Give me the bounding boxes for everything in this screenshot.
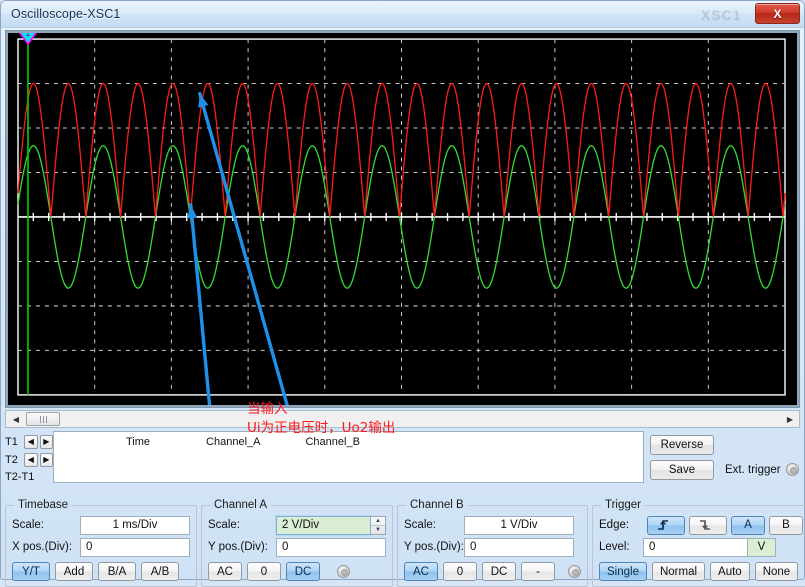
reverse-button[interactable]: Reverse: [650, 435, 714, 455]
channel-a-terminal-icon[interactable]: [337, 565, 350, 578]
timebase-scale-row: Scale: 1 ms/Div: [12, 514, 190, 536]
cursor-side-buttons: Reverse Save Ext. trigger: [650, 431, 800, 480]
channel-b-group: Channel B Scale: 1 V/Div Y pos.(Div): 0 …: [397, 499, 588, 587]
trigger-legend: Trigger: [601, 499, 645, 511]
save-button[interactable]: Save: [650, 460, 714, 480]
window-title: Oscilloscope-XSC1: [11, 7, 120, 21]
cursor-t1-left-button[interactable]: ◀: [24, 435, 37, 449]
trigger-mode-single[interactable]: Single: [599, 562, 647, 581]
spinner-up-icon[interactable]: ▲: [371, 517, 385, 526]
cursor-t2-label: T2: [5, 454, 22, 466]
channel-b-scale-label: Scale:: [404, 519, 464, 531]
channel-a-scale-spinner[interactable]: ▲ ▼: [371, 516, 386, 535]
cursor-t2-left-button[interactable]: ◀: [24, 453, 37, 467]
channel-a-coupling-ac[interactable]: AC: [208, 562, 242, 581]
trigger-edge-rising-icon[interactable]: [647, 516, 685, 535]
channel-b-scale-row: Scale: 1 V/Div: [404, 514, 581, 536]
scrollbar-right-arrow-icon[interactable]: ▶: [783, 412, 797, 427]
trigger-level-row: Level: 0 V: [599, 536, 805, 558]
timebase-scale-label: Scale:: [12, 519, 80, 531]
title-bar: Oscilloscope-XSC1 XSC1 X: [1, 1, 804, 28]
trigger-mode-none[interactable]: None: [755, 562, 799, 581]
cursor-measurement-panel: T1 ◀ ▶ T2 ◀ ▶ T2-T1 Time Channel_A Chann…: [5, 431, 800, 493]
timebase-group: Timebase Scale: 1 ms/Div X pos.(Div): 0 …: [5, 499, 197, 587]
channel-b-invert-button[interactable]: -: [521, 562, 555, 581]
channel-a-group: Channel A Scale: 2 V/Div ▲ ▼ Y pos.(Div)…: [201, 499, 393, 587]
channel-b-coupling-dc[interactable]: DC: [482, 562, 516, 581]
scope-display-frame: 1: [5, 30, 800, 408]
scrollbar-left-arrow-icon[interactable]: ◀: [8, 412, 24, 427]
channel-a-coupling-buttons: AC 0 DC: [208, 562, 386, 581]
channel-a-legend: Channel A: [210, 499, 271, 511]
column-header-time: Time: [126, 436, 150, 448]
trigger-level-label: Level:: [599, 541, 643, 553]
channel-a-scale-row: Scale: 2 V/Div ▲ ▼: [208, 514, 386, 536]
annotation-line-2: Ui为正电压时，Uo2输出: [247, 416, 395, 436]
watermark-text: XSC1: [701, 7, 742, 23]
channel-a-ypos-row: Y pos.(Div): 0: [208, 536, 386, 558]
trigger-level-unit: V: [748, 538, 776, 557]
channel-b-coupling-buttons: AC 0 DC -: [404, 562, 581, 581]
channel-a-scale-label: Scale:: [208, 519, 276, 531]
column-header-channel-a: Channel_A: [206, 436, 260, 448]
waveform-canvas[interactable]: 1: [8, 33, 797, 405]
channel-a-ypos-input[interactable]: 0: [276, 538, 386, 557]
channel-b-coupling-ac[interactable]: AC: [404, 562, 438, 581]
scrollbar-thumb[interactable]: [26, 412, 60, 426]
svg-text:1: 1: [26, 33, 31, 38]
cursor-delta-label: T2-T1: [5, 469, 53, 483]
close-button[interactable]: X: [755, 3, 800, 24]
timebase-mode-add[interactable]: Add: [55, 562, 93, 581]
trigger-mode-buttons: Single Normal Auto None: [599, 562, 805, 581]
column-header-channel-b: Channel_B: [305, 436, 359, 448]
trigger-source-a[interactable]: A: [731, 516, 765, 535]
timebase-mode-buttons: Y/T Add B/A A/B: [12, 562, 190, 581]
oscilloscope-window: Oscilloscope-XSC1 XSC1 X 1 ◀ ▶ T1 ◀ ▶ T2…: [0, 0, 805, 580]
timebase-xpos-label: X pos.(Div):: [12, 541, 80, 553]
spinner-down-icon[interactable]: ▼: [371, 526, 385, 534]
channel-b-ypos-label: Y pos.(Div):: [404, 541, 464, 553]
channel-b-terminal-icon[interactable]: [568, 565, 581, 578]
timebase-xpos-input[interactable]: 0: [80, 538, 190, 557]
timebase-legend: Timebase: [14, 499, 72, 511]
cursor-row-t2: T2 ◀ ▶: [5, 451, 53, 469]
cursor-controls: T1 ◀ ▶ T2 ◀ ▶ T2-T1: [5, 431, 53, 483]
trigger-edge-label: Edge:: [599, 519, 643, 531]
timebase-mode-ab[interactable]: A/B: [141, 562, 179, 581]
channel-b-ypos-input[interactable]: 0: [464, 538, 574, 557]
timebase-mode-ba[interactable]: B/A: [98, 562, 136, 581]
cursor-t2-right-button[interactable]: ▶: [40, 453, 53, 467]
trigger-mode-auto[interactable]: Auto: [710, 562, 750, 581]
channel-a-ypos-label: Y pos.(Div):: [208, 541, 276, 553]
channel-b-ypos-row: Y pos.(Div): 0: [404, 536, 581, 558]
rising-edge-glyph: [657, 519, 675, 531]
ext-trigger-group: Ext. trigger: [725, 463, 799, 476]
trigger-source-b[interactable]: B: [769, 516, 803, 535]
timebase-mode-yt[interactable]: Y/T: [12, 562, 50, 581]
cursor-row-t1: T1 ◀ ▶: [5, 433, 53, 451]
timebase-scale-input[interactable]: 1 ms/Div: [80, 516, 190, 535]
trigger-edge-row: Edge: A B Ext: [599, 514, 805, 536]
scope-display[interactable]: 1: [8, 33, 797, 405]
trigger-mode-normal[interactable]: Normal: [652, 562, 705, 581]
timebase-xpos-row: X pos.(Div): 0: [12, 536, 190, 558]
channel-a-coupling-gnd[interactable]: 0: [247, 562, 281, 581]
falling-edge-glyph: [699, 519, 717, 531]
display-scrollbar[interactable]: ◀ ▶: [5, 410, 800, 428]
cursor-readout-table: Time Channel_A Channel_B: [53, 431, 644, 483]
trigger-level-input[interactable]: 0: [643, 538, 748, 557]
trigger-group: Trigger Edge: A B Ext: [592, 499, 805, 587]
channel-b-legend: Channel B: [406, 499, 468, 511]
annotation-line-1: 当输入: [247, 397, 288, 417]
channel-a-scale-input[interactable]: 2 V/Div: [276, 516, 371, 535]
channel-b-scale-input[interactable]: 1 V/Div: [464, 516, 574, 535]
cursor-t1-label: T1: [5, 436, 22, 448]
cursor-t1-right-button[interactable]: ▶: [40, 435, 53, 449]
channel-a-coupling-dc[interactable]: DC: [286, 562, 320, 581]
channel-b-coupling-gnd[interactable]: 0: [443, 562, 477, 581]
settings-bar: Timebase Scale: 1 ms/Div X pos.(Div): 0 …: [5, 495, 800, 587]
ext-trigger-terminal-icon[interactable]: [786, 463, 799, 476]
ext-trigger-label: Ext. trigger: [725, 464, 781, 476]
trigger-edge-falling-icon[interactable]: [689, 516, 727, 535]
